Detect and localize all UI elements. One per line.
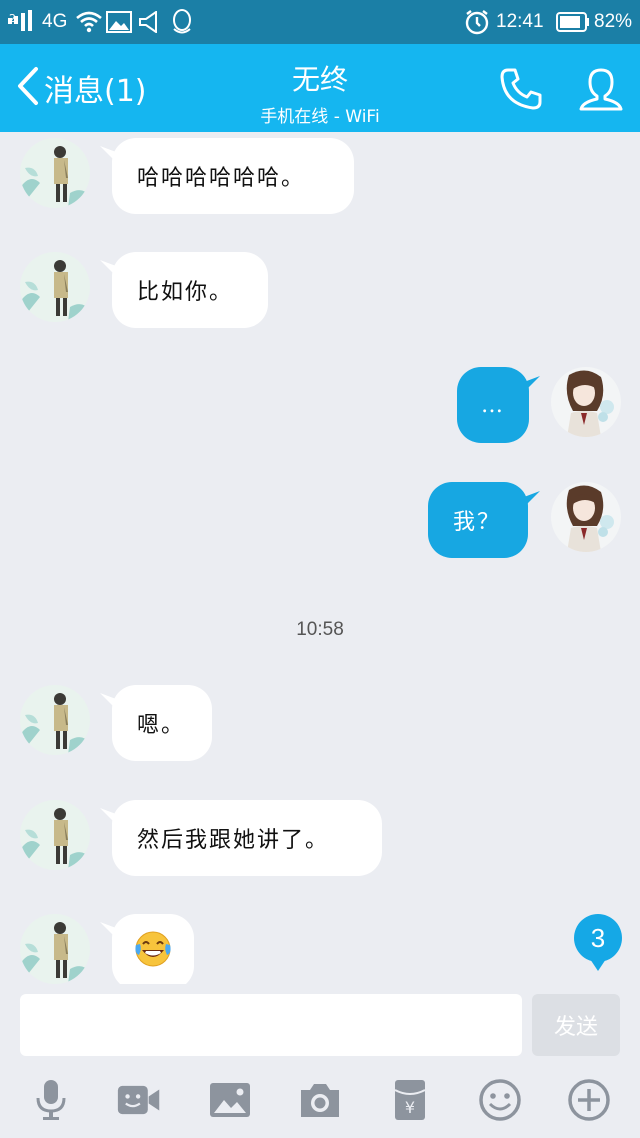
image-icon[interactable] xyxy=(208,1078,252,1122)
red-packet-icon[interactable]: ¥ xyxy=(388,1078,432,1122)
my-avatar[interactable] xyxy=(551,367,621,437)
message-bubble-incoming[interactable]: 哈哈哈哈哈哈。 xyxy=(112,138,354,214)
unread-count-badge[interactable]: 3 xyxy=(574,914,622,971)
message-bubble-outgoing[interactable]: 我？ xyxy=(428,482,528,558)
sim-slot-label: 2 xyxy=(9,12,16,25)
contact-profile-button[interactable] xyxy=(578,66,624,112)
message-text: 我？ xyxy=(453,510,502,535)
message-bubble-incoming[interactable]: 比如你。 xyxy=(112,252,268,328)
input-area: 发送 ¥ xyxy=(0,984,640,1138)
bubble-tail xyxy=(524,376,540,392)
message-text: … xyxy=(481,392,505,418)
contact-avatar[interactable] xyxy=(20,252,90,322)
battery-icon xyxy=(556,0,590,44)
contact-avatar[interactable] xyxy=(20,800,90,870)
phone-call-button[interactable] xyxy=(498,66,544,112)
speaker-icon xyxy=(138,0,162,44)
alarm-icon xyxy=(464,0,490,44)
message-list[interactable]: 哈哈哈哈哈哈。 比如你。 … 我？ 10:58 嗯。 然后我跟她讲了。 xyxy=(0,132,640,984)
person-icon xyxy=(579,68,623,111)
contact-avatar[interactable] xyxy=(20,914,90,984)
clock-time: 12:41 xyxy=(496,11,544,32)
message-bubble-incoming[interactable] xyxy=(112,914,194,984)
message-text: 哈哈哈哈哈哈。 xyxy=(137,166,306,191)
chevron-left-icon xyxy=(16,66,40,110)
bubble-tail xyxy=(524,491,540,507)
camera-icon[interactable] xyxy=(298,1078,342,1122)
message-bubble-incoming[interactable]: 嗯。 xyxy=(112,685,212,761)
my-avatar[interactable] xyxy=(551,482,621,552)
phone-icon xyxy=(500,68,542,110)
send-button[interactable]: 发送 xyxy=(532,994,620,1056)
laughing-tears-emoji xyxy=(133,929,173,975)
chat-header: 消息(1) 无终 手机在线 - WiFi xyxy=(0,44,640,132)
message-text: 然后我跟她讲了。 xyxy=(137,828,330,853)
message-bubble-outgoing[interactable]: … xyxy=(457,367,529,443)
time-separator: 10:58 xyxy=(296,619,344,640)
wifi-icon xyxy=(76,0,102,44)
contact-avatar[interactable] xyxy=(20,685,90,755)
battery-percent: 82% xyxy=(594,11,633,32)
message-bubble-incoming[interactable]: 然后我跟她讲了。 xyxy=(112,800,382,876)
message-text: 嗯。 xyxy=(137,713,186,738)
gallery-notification-icon xyxy=(106,0,132,44)
back-button[interactable]: 消息(1) xyxy=(16,66,147,110)
qq-notification-icon xyxy=(170,0,194,44)
back-label: 消息(1) xyxy=(44,74,147,109)
microphone-icon[interactable] xyxy=(29,1078,73,1122)
status-bar: 2 4G 12:41 82% xyxy=(0,0,640,44)
contact-info[interactable]: 无终 手机在线 - WiFi xyxy=(170,58,470,127)
svg-text:¥: ¥ xyxy=(405,1098,415,1117)
contact-avatar[interactable] xyxy=(20,138,90,208)
network-type: 4G xyxy=(42,11,68,32)
video-icon[interactable] xyxy=(117,1078,161,1122)
contact-status: 手机在线 - WiFi xyxy=(260,107,380,127)
message-input[interactable] xyxy=(20,994,522,1056)
emoji-icon[interactable] xyxy=(478,1078,522,1122)
plus-icon[interactable] xyxy=(567,1078,611,1122)
message-text: 比如你。 xyxy=(137,280,234,305)
contact-name: 无终 xyxy=(291,63,348,96)
